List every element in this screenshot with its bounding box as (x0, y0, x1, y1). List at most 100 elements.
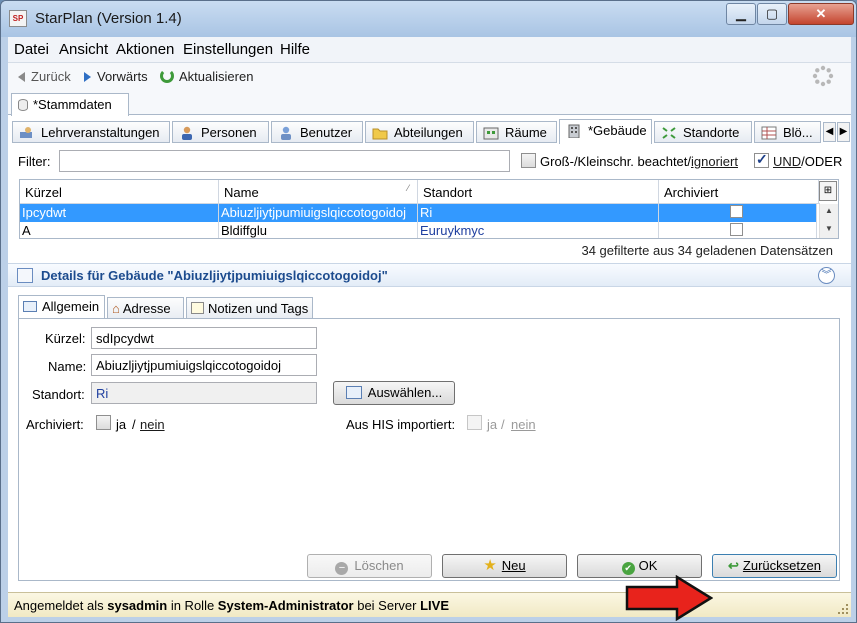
case-sensitive-label[interactable]: Groß-/Kleinschr. beachtet/ignoriert (540, 154, 738, 169)
login-status: Angemeldet als sysadmin in Rolle System-… (14, 598, 449, 613)
refresh-button[interactable]: Aktualisieren (160, 69, 253, 84)
and-link[interactable]: UND (773, 154, 801, 169)
back-button[interactable]: Zurück (18, 69, 71, 84)
tab-raeume[interactable]: Räume (476, 121, 557, 143)
column-chooser-button[interactable]: ⊞ (819, 181, 837, 201)
database-icon (18, 99, 28, 111)
maximize-button[interactable]: ▢ (757, 3, 787, 25)
tab-abteilungen[interactable]: Abteilungen (365, 121, 474, 143)
back-arrow-icon (18, 72, 25, 82)
table-row[interactable]: Ipcydwt Abiuzljiytjpumiuigslqiccotogoido… (20, 204, 817, 222)
building-icon (568, 124, 580, 138)
case-sensitive-text: Groß-/Kleinschr. beachtet/ (540, 154, 692, 169)
his-separator: / (501, 417, 505, 432)
kuerzel-input[interactable] (91, 327, 317, 349)
tab-label: Abteilungen (394, 125, 463, 140)
auswaehlen-button[interactable]: Auswählen... (333, 381, 455, 405)
cell-archiviert (659, 222, 817, 238)
loeschen-button[interactable]: − Löschen (307, 554, 432, 578)
name-label: Name: (48, 359, 87, 374)
case-ignore-link[interactable]: ignoriert (691, 154, 738, 169)
resize-grip-icon[interactable] (837, 603, 849, 615)
archiviert-cell-checkbox[interactable] (730, 205, 743, 218)
window-title: StarPlan (Version 1.4) (35, 10, 182, 27)
close-icon: ✕ (815, 6, 827, 21)
status-bar: Angemeldet als sysadmin in Rolle System-… (8, 592, 851, 617)
zuruecksetzen-button[interactable]: ↩ Zurücksetzen (712, 554, 837, 578)
column-header-standort[interactable]: Standort (418, 180, 659, 204)
undo-arrow-icon: ↩ (728, 558, 739, 573)
notes-icon (191, 302, 204, 314)
buildings-table: Kürzel Name ⁄ Standort Archiviert ⊞ Ipcyd… (19, 179, 839, 239)
name-input[interactable] (91, 354, 317, 376)
cell-standort[interactable]: Euruykmyc (418, 222, 659, 238)
menu-datei[interactable]: Datei (14, 41, 49, 58)
details-form-panel: Kürzel: Name: Standort: Ri Auswählen... … (18, 318, 840, 581)
zuruecksetzen-label: Zurücksetzen (742, 558, 821, 573)
details-tab-bar: Allgemein ⌂ Adresse Notizen und Tags (18, 295, 840, 319)
cell-standort[interactable]: Ri (418, 204, 659, 222)
select-list-icon (345, 386, 362, 399)
menu-hilfe[interactable]: Hilfe (280, 41, 310, 58)
room-icon (483, 127, 499, 140)
chevron-right-icon: ▶ (839, 126, 848, 137)
and-or-label[interactable]: UND/ODER (773, 154, 842, 169)
forward-label: Vorwärts (97, 69, 148, 84)
delete-icon: − (335, 562, 349, 575)
cell-archiviert (659, 204, 817, 222)
refresh-label: Aktualisieren (179, 69, 254, 84)
tab-gebaeude[interactable]: *Gebäude (559, 119, 652, 144)
tab-label: Benutzer (300, 125, 353, 140)
tab-allgemein[interactable]: Allgemein (18, 295, 105, 319)
archiviert-checkbox[interactable] (96, 415, 111, 430)
tab-standorte[interactable]: Standorte (654, 121, 752, 143)
filter-input[interactable] (59, 150, 510, 172)
scroll-up-icon[interactable]: ▲ (825, 206, 833, 215)
column-header-kuerzel[interactable]: Kürzel (20, 180, 219, 204)
close-button[interactable]: ✕ (788, 3, 854, 25)
record-count-status: 34 gefilterte aus 34 geladenen Datensätz… (581, 243, 833, 258)
column-header-name[interactable]: Name ⁄ (219, 180, 418, 204)
column-header-name-label: Name (224, 185, 259, 200)
neu-button[interactable]: ★ Neu (442, 554, 567, 578)
tab-benutzer[interactable]: Benutzer (271, 121, 363, 143)
filter-label: Filter: (18, 154, 51, 169)
minimize-button[interactable]: ▁ (726, 3, 756, 25)
status-server: LIVE (420, 598, 449, 613)
collapse-chevron-icon[interactable]: ︾ (818, 267, 835, 284)
tab-notizen-und-tags[interactable]: Notizen und Tags (186, 297, 313, 319)
and-or-checkbox[interactable] (754, 151, 769, 168)
tab-bloecke[interactable]: Blö... (754, 121, 821, 143)
forward-button[interactable]: Vorwärts (84, 69, 148, 84)
tab-stammdaten-label: *Stammdaten (33, 97, 112, 112)
cell-name: Bldiffglu (219, 222, 418, 238)
tab-scroll-right-button[interactable]: ▶ (837, 122, 850, 142)
tab-lehrveranstaltungen[interactable]: Lehrveranstaltungen (12, 121, 170, 143)
case-sensitive-checkbox[interactable] (521, 153, 536, 168)
menu-einstellungen[interactable]: Einstellungen (183, 41, 273, 58)
title-bar[interactable]: SP StarPlan (Version 1.4) ▁ ▢ ✕ (1, 1, 856, 37)
archiviert-ja[interactable]: ja (116, 417, 126, 432)
column-header-archiviert[interactable]: Archiviert (659, 180, 819, 204)
menu-aktionen[interactable]: Aktionen (116, 41, 174, 58)
table-vertical-scrollbar[interactable]: ▲ ▼ (819, 204, 838, 238)
archiviert-nein-link[interactable]: nein (140, 417, 165, 432)
auswaehlen-label: Auswählen... (367, 385, 443, 400)
menu-ansicht[interactable]: Ansicht (59, 41, 108, 58)
tab-adresse[interactable]: ⌂ Adresse (107, 297, 184, 319)
tab-stammdaten[interactable]: *Stammdaten (11, 93, 129, 116)
tab-label: Räume (505, 125, 547, 140)
tab-scroll-left-button[interactable]: ◀ (823, 122, 836, 142)
his-imported-label: Aus HIS importiert: (346, 417, 456, 432)
archiviert-label: Archiviert: (26, 417, 84, 432)
his-ja: ja (487, 417, 498, 432)
details-form-icon (17, 268, 33, 283)
scroll-down-icon[interactable]: ▼ (825, 224, 833, 233)
tab-personen[interactable]: Personen (172, 121, 269, 143)
menu-bar: Datei Ansicht Aktionen Einstellungen Hil… (8, 37, 851, 63)
table-row[interactable]: A Bldiffglu Euruykmyc (20, 222, 817, 238)
archiviert-cell-checkbox[interactable] (730, 223, 743, 236)
star-icon: ★ (483, 557, 497, 574)
tab-allgemein-label: Allgemein (42, 299, 100, 314)
user-icon (281, 126, 291, 140)
